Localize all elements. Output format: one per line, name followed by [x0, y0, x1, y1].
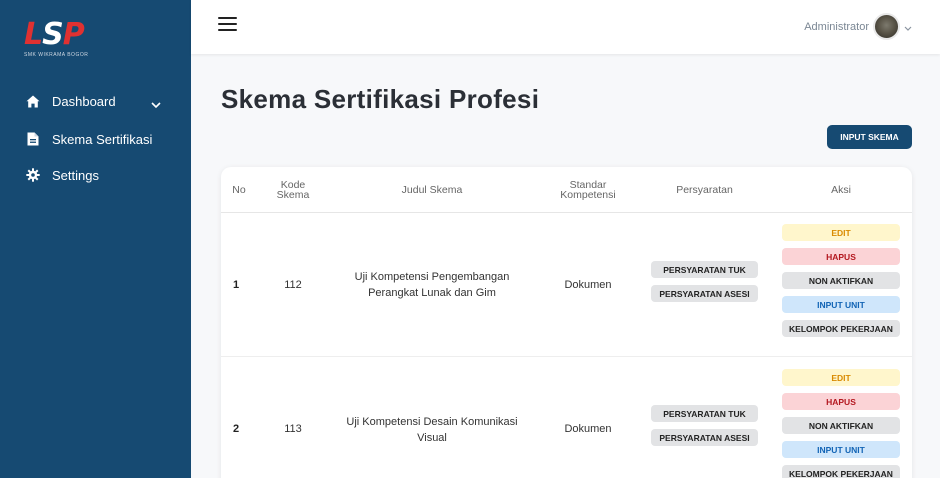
- menu-toggle-icon[interactable]: [218, 17, 237, 33]
- user-menu[interactable]: Administrator: [804, 13, 912, 40]
- row-number: 2: [233, 423, 240, 435]
- column-header-standar-kompetensi: Standar Kompetensi: [560, 179, 616, 201]
- sidebar: LSP SMK WIKRAMA BOGOR Dashboard Skema Se…: [0, 0, 191, 478]
- edit-button[interactable]: EDIT: [782, 224, 900, 241]
- kelompok-pekerjaan-button[interactable]: KELOMPOK PEKERJAAN: [782, 320, 900, 337]
- logo-text: LSP: [24, 20, 94, 50]
- logo-letter-l: L: [24, 17, 43, 52]
- column-header-no: No: [232, 184, 246, 196]
- logo-subtitle: SMK WIKRAMA BOGOR: [24, 52, 89, 58]
- sidebar-item-skema-sertifikasi[interactable]: Skema Sertifikasi: [0, 122, 191, 156]
- persyaratan-asesi-button[interactable]: PERSYARATAN ASESI: [651, 285, 758, 302]
- page-title: Skema Sertifikasi Profesi: [221, 84, 540, 114]
- non-aktifkan-button[interactable]: NON AKTIFKAN: [782, 417, 900, 434]
- kelompok-pekerjaan-button[interactable]: KELOMPOK PEKERJAAN: [782, 465, 900, 478]
- column-header-kode-skema: Kode Skema: [276, 179, 310, 201]
- sidebar-item-label: Skema Sertifikasi: [52, 131, 153, 147]
- input-skema-button[interactable]: INPUT SKEMA: [827, 125, 912, 149]
- column-header-judul-skema: Judul Skema: [401, 184, 463, 196]
- logo-letter-s: S: [42, 17, 64, 52]
- kode-skema: 113: [284, 423, 302, 435]
- sidebar-item-label: Dashboard: [52, 93, 116, 109]
- chevron-down-icon[interactable]: [151, 96, 161, 114]
- sidebar-item-settings[interactable]: Settings: [0, 158, 191, 192]
- sidebar-item-label: Settings: [52, 167, 99, 183]
- standar-kompetensi-link[interactable]: Dokumen: [553, 419, 623, 439]
- logo-letter-p: P: [62, 17, 85, 52]
- table-header-divider: [221, 212, 912, 213]
- standar-kompetensi-link[interactable]: Dokumen: [553, 275, 623, 295]
- row-number: 1: [233, 279, 240, 291]
- judul-skema: Uji Kompetensi Pengembangan Perangkat Lu…: [354, 271, 510, 299]
- document-icon: [26, 132, 40, 146]
- row-divider: [221, 356, 912, 357]
- lsp-logo[interactable]: LSP SMK WIKRAMA BOGOR: [24, 20, 94, 60]
- top-header: Administrator: [191, 0, 940, 54]
- hapus-button[interactable]: HAPUS: [782, 248, 900, 265]
- column-header-aksi: Aksi: [831, 184, 851, 196]
- persyaratan-asesi-button[interactable]: PERSYARATAN ASESI: [651, 429, 758, 446]
- chevron-down-icon[interactable]: [904, 18, 912, 36]
- gear-icon: [26, 168, 40, 182]
- input-unit-button[interactable]: INPUT UNIT: [782, 441, 900, 458]
- persyaratan-tuk-button[interactable]: PERSYARATAN TUK: [651, 261, 758, 278]
- kode-skema: 112: [284, 279, 302, 291]
- hapus-button[interactable]: HAPUS: [782, 393, 900, 410]
- home-icon: [26, 94, 40, 108]
- persyaratan-tuk-button[interactable]: PERSYARATAN TUK: [651, 405, 758, 422]
- column-header-persyaratan: Persyaratan: [676, 184, 733, 196]
- judul-skema: Uji Kompetensi Desain Komunikasi Visual: [346, 416, 518, 444]
- input-unit-button[interactable]: INPUT UNIT: [782, 296, 900, 313]
- non-aktifkan-button[interactable]: NON AKTIFKAN: [782, 272, 900, 289]
- edit-button[interactable]: EDIT: [782, 369, 900, 386]
- user-name: Administrator: [804, 20, 869, 33]
- skema-table: No Kode Skema Judul Skema Standar Kompet…: [221, 167, 912, 478]
- avatar[interactable]: [873, 13, 900, 40]
- sidebar-item-dashboard[interactable]: Dashboard: [0, 84, 191, 118]
